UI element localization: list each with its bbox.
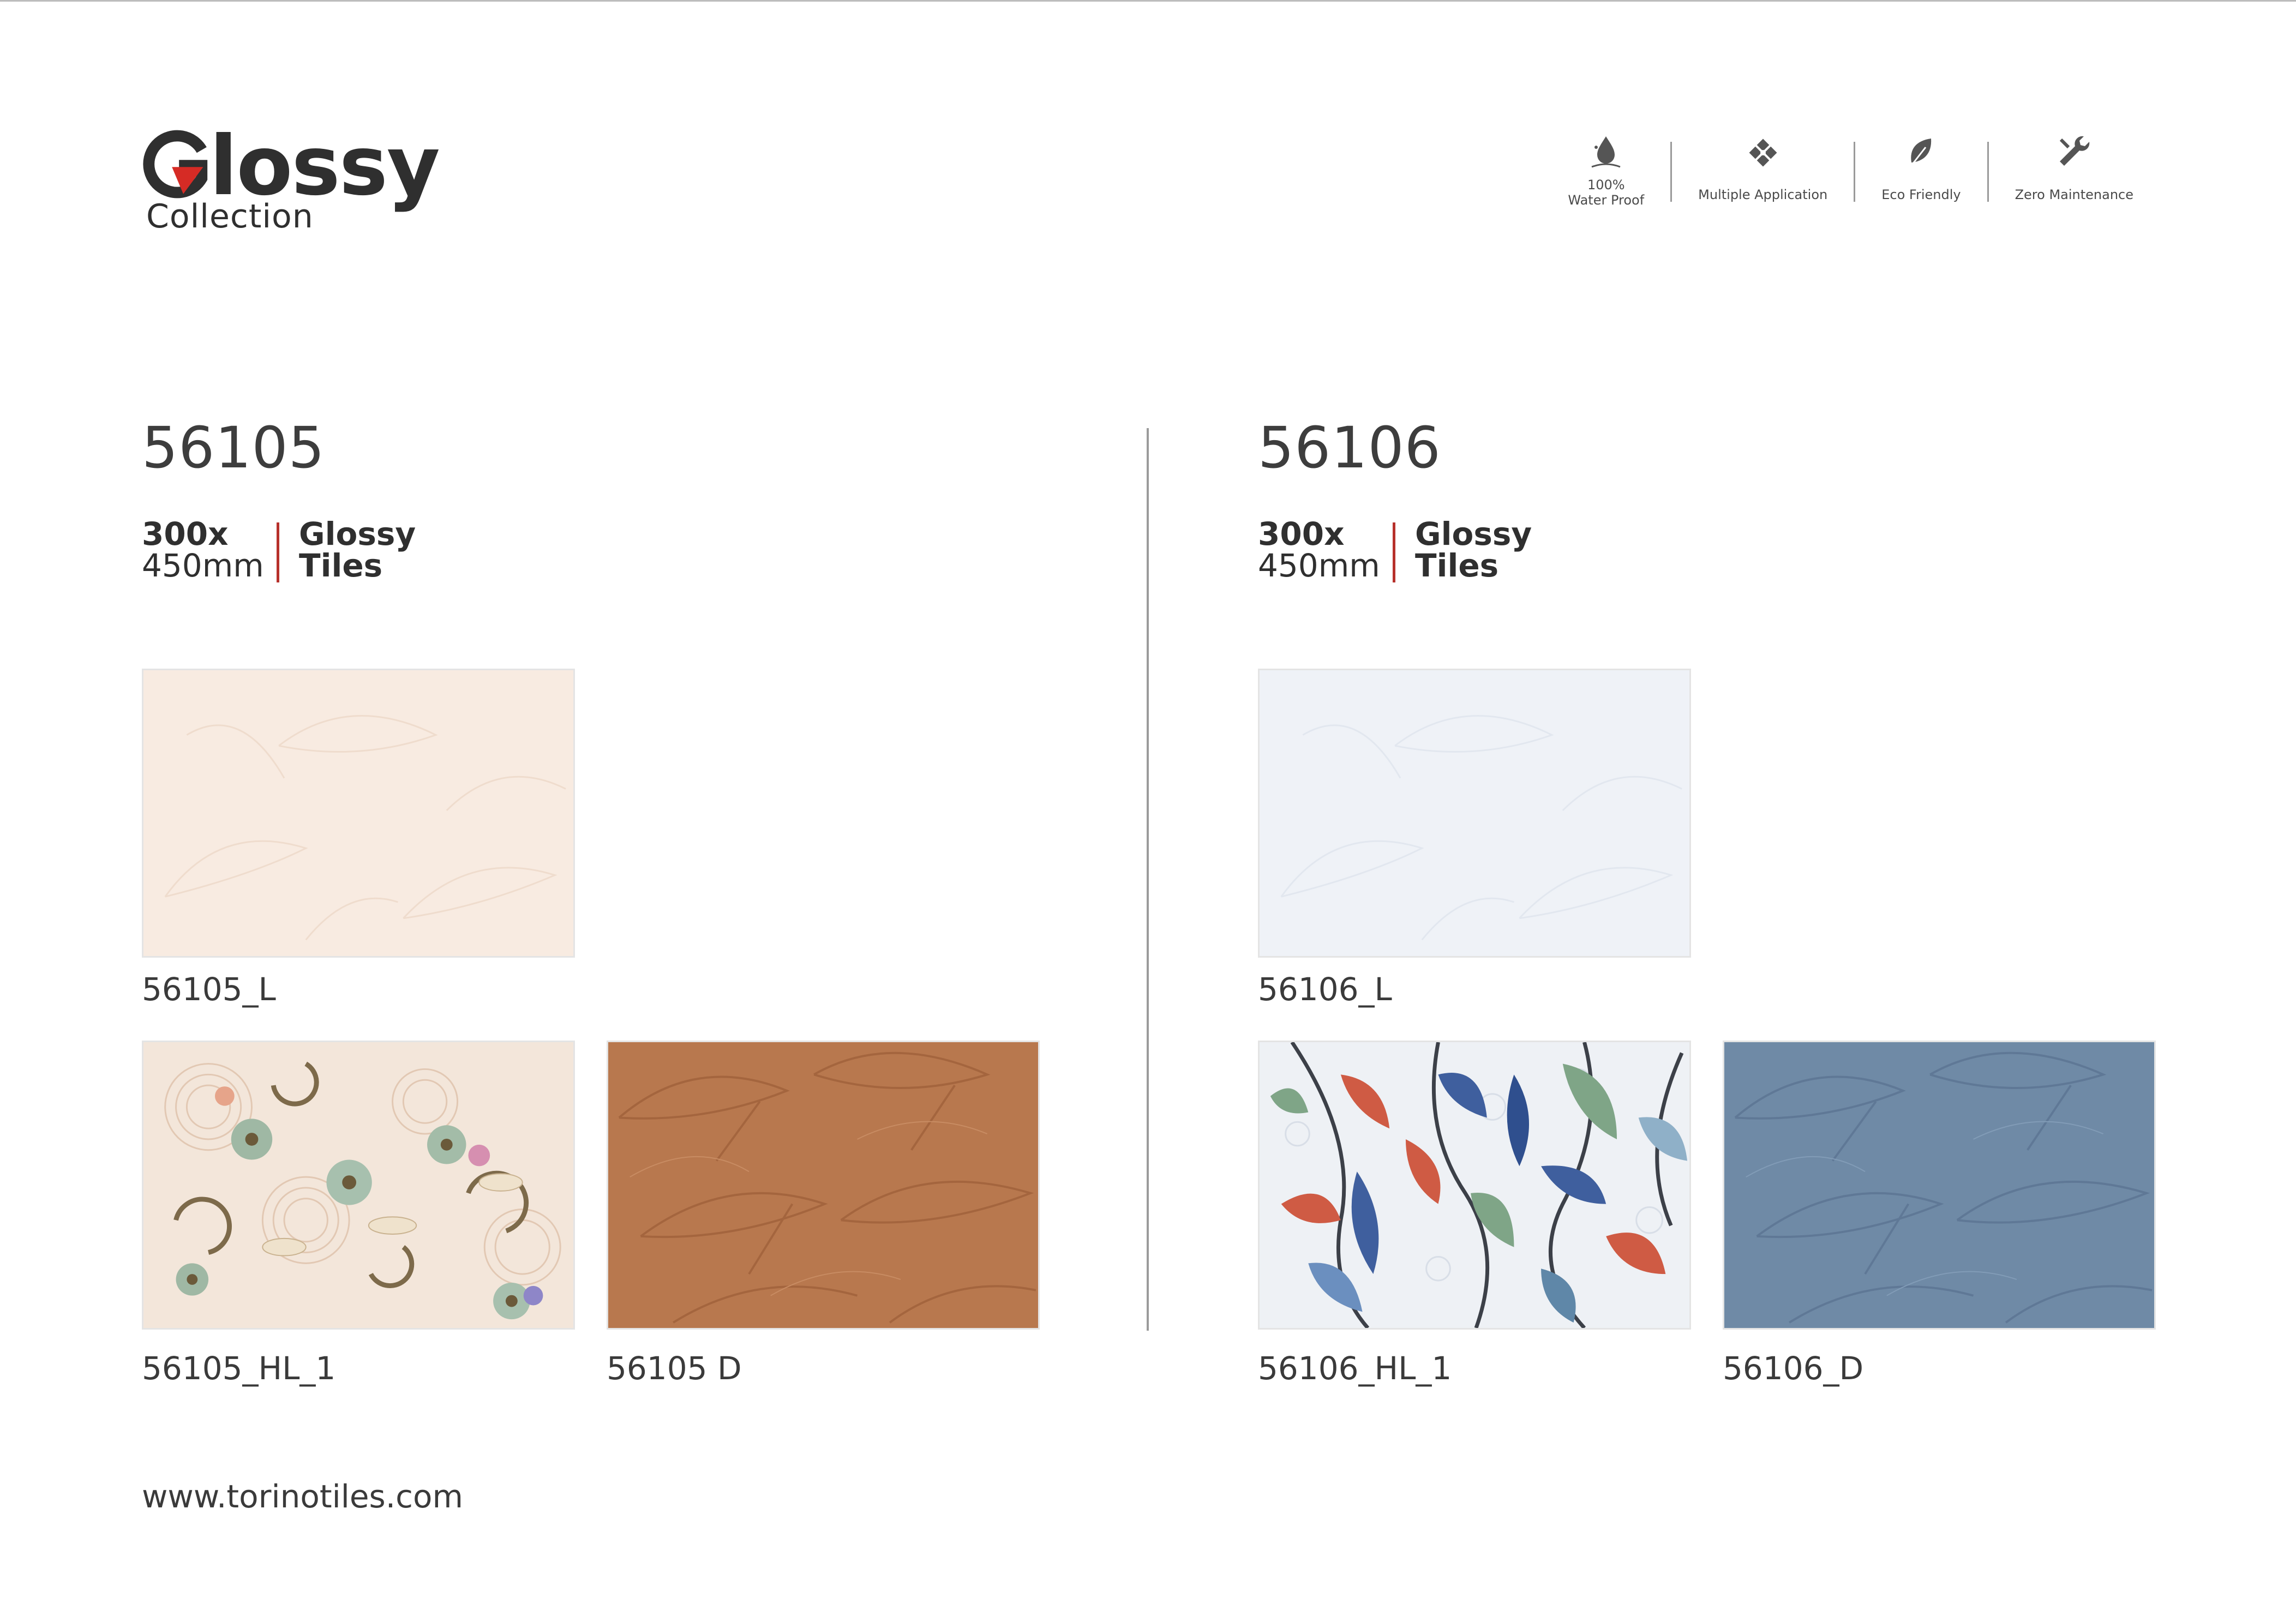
feature-multiple-application: Multiple Application [1672, 131, 1854, 213]
website-link[interactable]: www.torinotiles.com [142, 1478, 463, 1515]
product-spec: 300x 450mm Glossy Tiles [1258, 518, 1640, 589]
type-line1: Glossy [299, 515, 416, 552]
multiple-application-icon [1749, 139, 1777, 167]
type-line2: Tiles [1415, 547, 1499, 584]
brand-logo[interactable]: lossy Collection [141, 125, 440, 240]
tile-image-56106-d[interactable] [1723, 1041, 2156, 1330]
wrench-icon [2060, 136, 2090, 166]
size-line1: 300x [142, 515, 229, 552]
feature-label-line2: Water Proof [1568, 192, 1645, 208]
feature-label-line2: Multiple Application [1698, 187, 1828, 202]
tile-label: 56106_L [1258, 971, 1392, 1008]
product-code: 56106 [1258, 414, 1441, 481]
tile-image-56105-hl-1[interactable] [142, 1041, 575, 1330]
tile-label: 56105_L [142, 971, 276, 1008]
logo-subtitle: Collection [146, 197, 314, 236]
size-line2: 450mm [142, 547, 264, 584]
spec-divider [1393, 522, 1395, 582]
tile-label: 56105_HL_1 [142, 1350, 336, 1387]
size-line2: 450mm [1258, 547, 1380, 584]
tile-label: 56106_D [1723, 1350, 1864, 1387]
logo-g-mark [143, 130, 208, 199]
column-divider [1147, 428, 1149, 1331]
leaf-icon [1909, 139, 1932, 167]
feature-eco-friendly: Eco Friendly [1855, 131, 1987, 213]
type-line2: Tiles [299, 547, 383, 584]
product-code: 56105 [142, 414, 325, 481]
tile-label: 56105 D [607, 1350, 742, 1387]
tile-image-56106-hl-1[interactable] [1258, 1041, 1691, 1330]
type-line1: Glossy [1415, 515, 1532, 552]
tile-image-56105-d[interactable] [607, 1041, 1040, 1330]
feature-label-line1: 100% [1587, 177, 1625, 193]
feature-label-line2: Zero Maintenance [2015, 187, 2133, 202]
feature-label-line2: Eco Friendly [1881, 187, 1961, 202]
feature-strip: 100% Water Proof Multiple Application Ec… [1542, 131, 2160, 213]
tile-label: 56106_HL_1 [1258, 1350, 1452, 1387]
spec-divider [277, 522, 279, 582]
size-line1: 300x [1258, 515, 1345, 552]
product-column-56105: 56105 300x 450mm Glossy Tiles 56105_L 56… [142, 414, 1069, 1396]
tile-image-56105-l[interactable] [142, 669, 575, 958]
product-spec: 300x 450mm Glossy Tiles [142, 518, 524, 589]
product-column-56106: 56106 300x 450mm Glossy Tiles 56106_L 56… [1258, 414, 2185, 1396]
top-rule [0, 0, 2296, 2]
water-drop-icon [1591, 136, 1621, 168]
feature-zero-maintenance: Zero Maintenance [1989, 131, 2160, 213]
tile-image-56106-l[interactable] [1258, 669, 1691, 958]
feature-water-proof: 100% Water Proof [1542, 131, 1670, 213]
